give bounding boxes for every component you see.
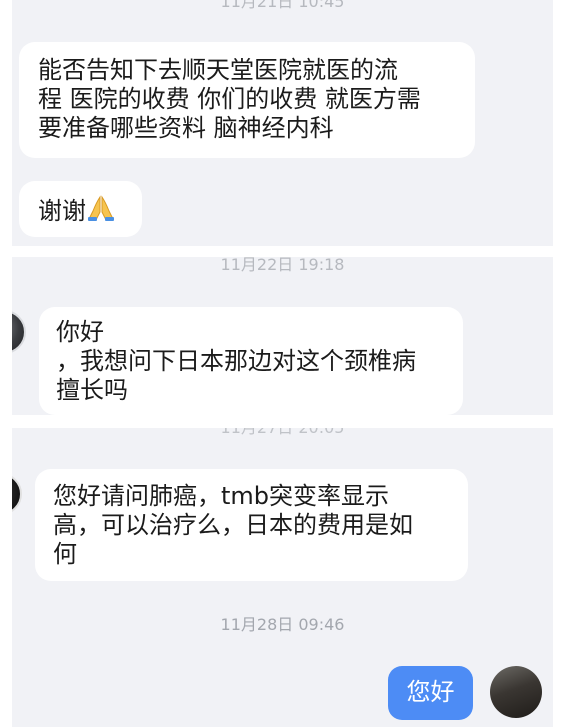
- message-text: 您好请问肺癌，tmb突变率显示 高，可以治疗么，日本的费用是如 何: [53, 482, 413, 568]
- message-bubble-outgoing[interactable]: 您好: [388, 666, 473, 720]
- timestamp: 11月21日 10:45: [220, 0, 345, 11]
- message-bubble-incoming[interactable]: 谢谢: [19, 181, 142, 237]
- avatar[interactable]: [12, 473, 22, 515]
- timestamp: 11月28日 09:46: [220, 615, 345, 634]
- chat-panel-2: 11月22日 19:18 你好 ，我想问下日本那边对这个颈椎病 擅长吗: [12, 257, 553, 415]
- message-text: 能否告知下去顺天堂医院就医的流 程 医院的收费 你们的收费 就医方需 要准备哪些…: [38, 56, 421, 142]
- timestamp: 11月22日 19:18: [220, 257, 345, 274]
- folded-hands-icon: [86, 194, 116, 229]
- avatar[interactable]: [12, 310, 26, 354]
- message-bubble-incoming[interactable]: 能否告知下去顺天堂医院就医的流 程 医院的收费 你们的收费 就医方需 要准备哪些…: [19, 42, 475, 158]
- avatar[interactable]: [490, 666, 542, 718]
- chat-panel-3: 11月27日 20:05 您好请问肺癌，tmb突变率显示 高，可以治疗么，日本的…: [12, 428, 553, 727]
- message-text: 谢谢: [38, 197, 86, 225]
- message-bubble-incoming[interactable]: 你好 ，我想问下日本那边对这个颈椎病 擅长吗: [39, 307, 463, 415]
- timestamp: 11月27日 20:05: [12, 428, 553, 438]
- message-text: 您好: [406, 678, 455, 706]
- message-text: 你好 ，我想问下日本那边对这个颈椎病 擅长吗: [56, 318, 416, 404]
- message-bubble-incoming[interactable]: 您好请问肺癌，tmb突变率显示 高，可以治疗么，日本的费用是如 何: [35, 469, 468, 581]
- chat-panel-1: 11月21日 10:45 能否告知下去顺天堂医院就医的流 程 医院的收费 你们的…: [12, 0, 553, 246]
